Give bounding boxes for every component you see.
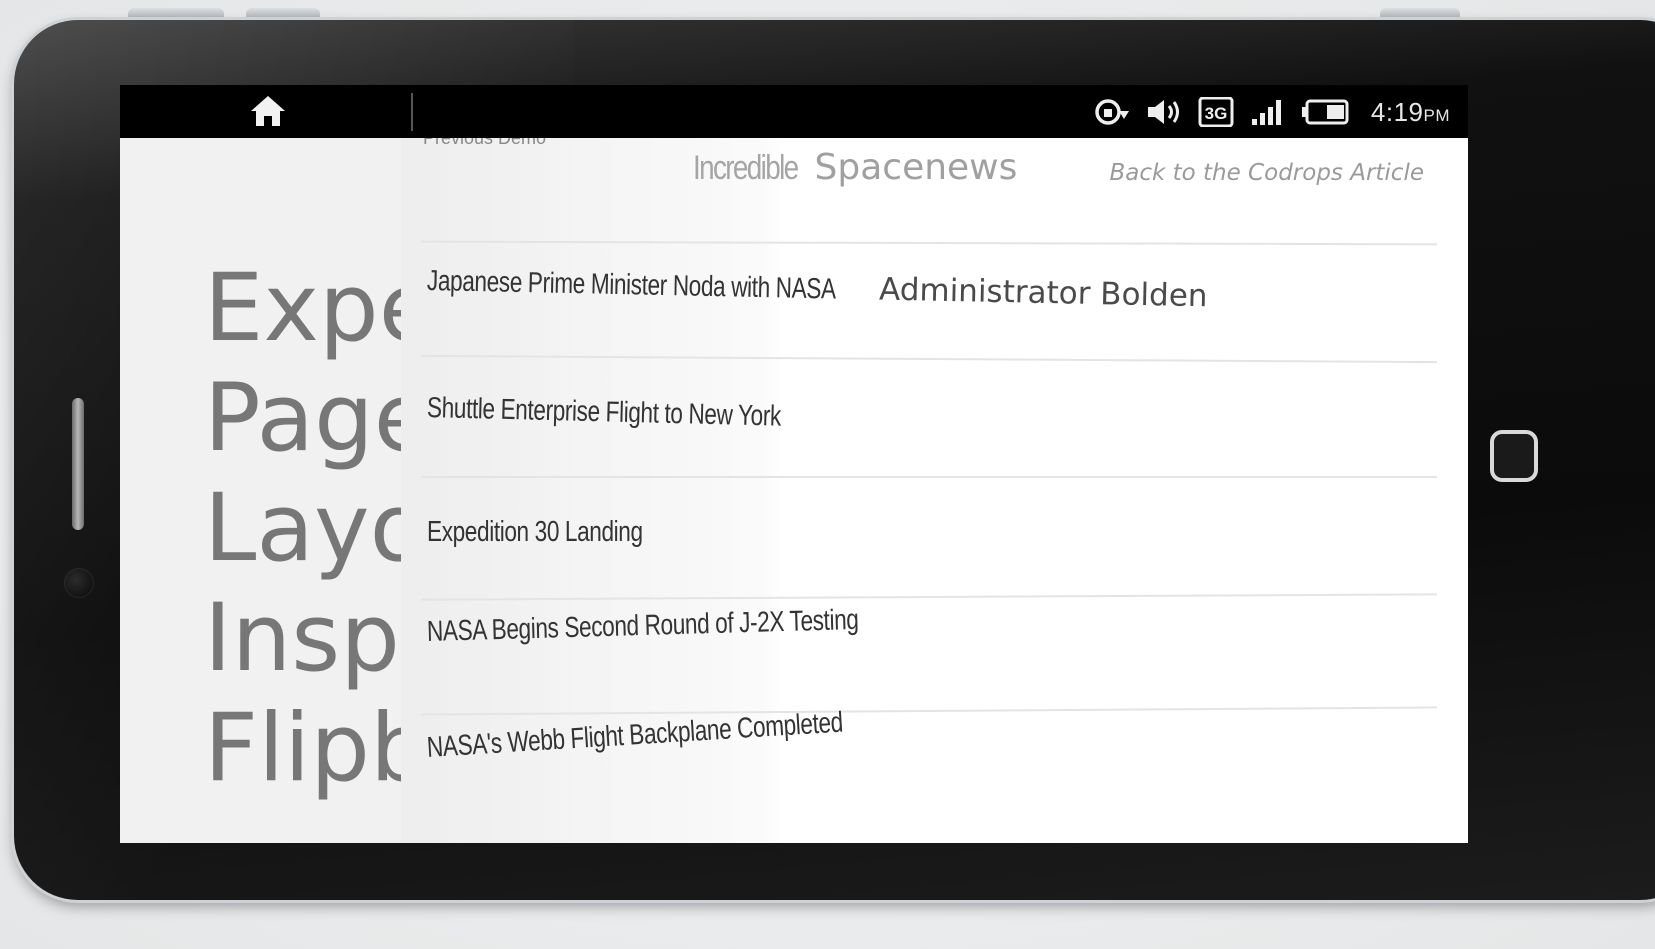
news-title-rest: Administrator Bolden <box>878 271 1208 315</box>
news-item[interactable]: NASA Begins Second Round of J-2X Testing <box>427 601 981 649</box>
site-title-spacenews: Spacenews <box>814 147 1018 188</box>
screen: 3G 4:19PM Expe Page <box>120 85 1468 843</box>
divider <box>421 593 1437 601</box>
news-item[interactable]: NASA's Webb Flight Backplane Completed <box>426 699 961 765</box>
news-item[interactable]: Expedition 30 Landing <box>427 516 704 549</box>
news-title: NASA's Webb Flight Backplane Completed <box>425 706 844 764</box>
divider <box>421 354 1437 364</box>
right-page: Previous Demo Incredible Spacenews Back … <box>401 138 1468 843</box>
power-button-right[interactable] <box>1380 8 1460 20</box>
battery-icon <box>1301 99 1349 125</box>
title-line-3: Layo <box>204 474 401 583</box>
left-page: Expe Page Layo Inspi Flipb <box>120 138 401 843</box>
background: 3G 4:19PM Expe Page <box>0 0 1655 949</box>
speaker-icon <box>1147 100 1179 124</box>
divider <box>420 240 1438 246</box>
title-line-5: Flipb <box>204 694 401 803</box>
clock-ampm: PM <box>1423 105 1450 125</box>
home-icon[interactable] <box>248 93 288 129</box>
title-line-4: Inspi <box>204 584 401 693</box>
title-line-2: Page <box>204 364 401 473</box>
news-title: Shuttle Enterprise Flight to New York <box>426 392 782 433</box>
divider <box>421 476 1437 478</box>
camera-icon <box>64 568 94 598</box>
status-divider <box>411 93 413 131</box>
site-title: Incredible Spacenews <box>693 144 1017 188</box>
news-title: NASA Begins Second Round of J-2X Testing <box>426 603 859 648</box>
news-item[interactable]: Japanese Prime Minister Noda with NASA A… <box>427 262 1208 314</box>
speaker-grille <box>72 398 84 530</box>
hardware-home-button[interactable] <box>1490 430 1538 482</box>
status-icons: 3G 4:19PM <box>1093 93 1450 131</box>
network-3g-icon: 3G <box>1198 97 1234 127</box>
sync-icon <box>1095 99 1129 125</box>
site-title-incredible: Incredible <box>693 149 799 187</box>
title-line-1: Expe <box>204 254 401 363</box>
back-to-article-link[interactable]: Back to the Codrops Article <box>1109 160 1424 186</box>
news-title: Expedition 30 Landing <box>427 516 643 548</box>
network-3g-label: 3G <box>1205 104 1228 123</box>
clock-time: 4:19 <box>1370 96 1424 127</box>
news-title: Japanese Prime Minister Noda with NASA <box>426 265 837 306</box>
power-button-left[interactable] <box>246 8 320 20</box>
status-bar: 3G 4:19PM <box>120 85 1468 138</box>
signal-icon <box>1251 100 1281 125</box>
volume-button[interactable] <box>128 8 224 20</box>
left-page-title: Expe Page Layo Inspi Flipb <box>204 254 401 804</box>
previous-demo-link[interactable]: Previous Demo <box>423 138 546 149</box>
clock: 4:19PM <box>1371 97 1450 128</box>
news-item[interactable]: Shuttle Enterprise Flight to New York <box>427 392 881 436</box>
